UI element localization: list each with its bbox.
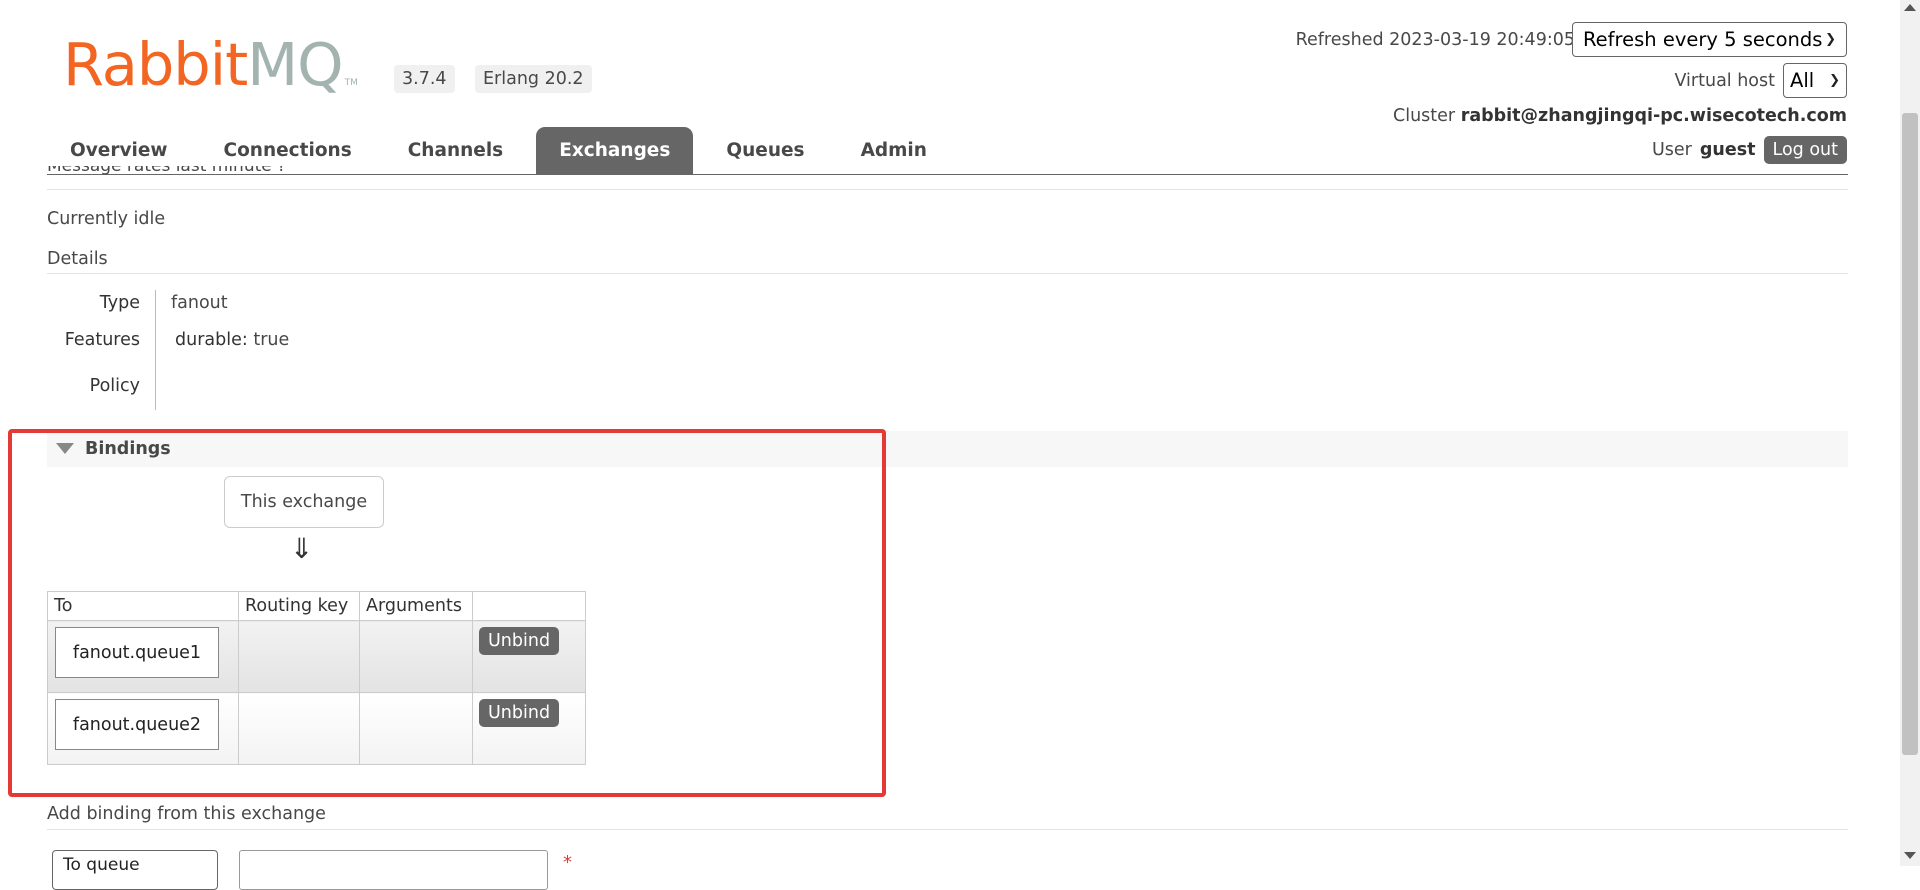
logo-text-rabbit: Rabbit	[63, 30, 248, 99]
virtual-host-select[interactable]: All ❯	[1783, 63, 1847, 98]
cluster-info: Cluster rabbit@zhangjingqi-pc.wisecotech…	[1393, 106, 1847, 126]
add-binding-heading[interactable]: Add binding from this exchange	[47, 804, 326, 824]
binding-destination-select[interactable]: To queue	[52, 850, 218, 890]
required-marker: *	[563, 852, 572, 873]
policy-label: Policy	[89, 376, 140, 396]
features-label: Features	[64, 330, 140, 350]
tab-admin[interactable]: Admin	[838, 127, 950, 174]
logout-button[interactable]: Log out	[1763, 136, 1847, 164]
chevron-down-icon: ❯	[1829, 73, 1840, 88]
type-value: fanout	[171, 293, 228, 313]
binding-destination-value: To queue	[63, 855, 140, 875]
version-badge: 3.7.4	[394, 65, 455, 93]
refresh-interval-select[interactable]: Refresh every 5 seconds ❯	[1572, 22, 1847, 57]
divider	[47, 273, 1848, 274]
message-rates-clipped: Message rates last minute ?	[47, 166, 287, 176]
details-heading[interactable]: Details	[47, 249, 108, 269]
virtual-host-value: All	[1790, 69, 1815, 92]
erlang-version-badge: Erlang 20.2	[475, 65, 592, 93]
cluster-name: rabbit@zhangjingqi-pc.wisecotech.com	[1460, 106, 1847, 126]
features-value: durable: true	[175, 330, 289, 350]
scrollbar-thumb[interactable]	[1902, 113, 1918, 755]
red-highlight-box	[8, 429, 886, 797]
chevron-down-icon: ❯	[1825, 32, 1836, 47]
tab-channels[interactable]: Channels	[385, 127, 526, 174]
refresh-interval-value: Refresh every 5 seconds	[1583, 28, 1823, 51]
scroll-up-arrow-icon[interactable]	[1904, 4, 1916, 11]
scroll-down-arrow-icon[interactable]	[1904, 852, 1916, 859]
refreshed-timestamp: Refreshed 2023-03-19 20:49:05	[1295, 30, 1575, 50]
cluster-label: Cluster	[1392, 106, 1456, 126]
rabbitmq-logo[interactable]: RabbitMQ TM	[63, 35, 358, 94]
durable-key: durable:	[175, 330, 248, 350]
details-divider	[155, 290, 156, 410]
user-info: User guest Log out	[1652, 136, 1847, 164]
user-name: guest	[1699, 140, 1756, 160]
idle-status: Currently idle	[47, 209, 166, 229]
logo-trademark: TM	[344, 78, 358, 88]
tab-exchanges[interactable]: Exchanges	[536, 127, 694, 174]
destination-name-input[interactable]	[239, 850, 548, 890]
tab-queues[interactable]: Queues	[703, 127, 827, 174]
logo-text-mq: MQ	[247, 30, 343, 99]
type-label: Type	[99, 293, 140, 313]
divider	[47, 189, 1848, 190]
virtual-host-label: Virtual host	[1674, 71, 1775, 91]
divider	[47, 829, 1848, 830]
durable-value: true	[253, 330, 290, 350]
user-label: User	[1651, 140, 1692, 160]
nav-divider	[47, 174, 1848, 175]
